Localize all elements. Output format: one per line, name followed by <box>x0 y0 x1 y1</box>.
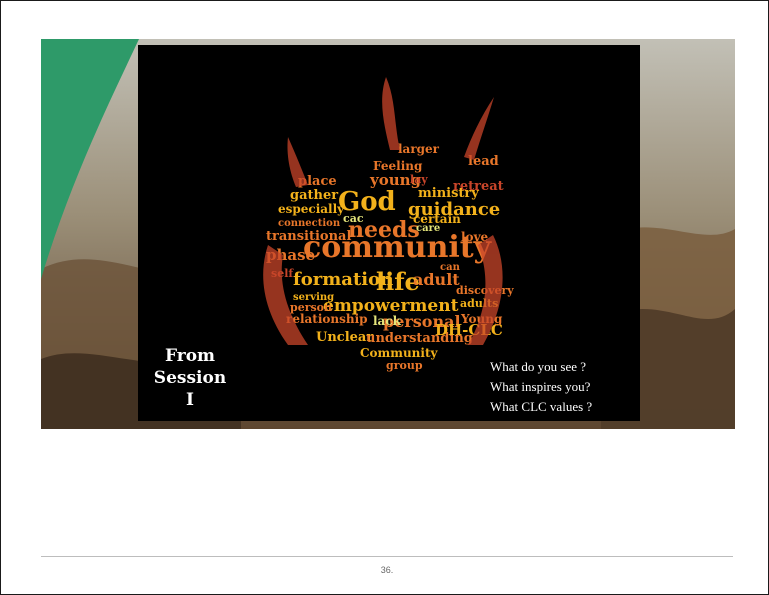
document-page: community God needs guidance formation l… <box>0 0 769 595</box>
word-connection: connection <box>278 218 341 229</box>
word-especially: especially <box>278 202 345 216</box>
label-line-3: I <box>186 390 194 410</box>
from-session-label: From Session I <box>138 345 242 411</box>
label-line-1: From <box>164 346 216 366</box>
question-1: What do you see ? <box>490 359 587 374</box>
word-lack: lack <box>373 314 402 328</box>
label-line-2: Session <box>153 368 227 388</box>
word-relationship: relationship <box>286 312 368 326</box>
word-gather: gather <box>290 188 338 203</box>
word-group: group <box>386 359 423 372</box>
word-can: can <box>440 262 461 273</box>
word-transitional: transitional <box>266 229 351 244</box>
page-number: 36. <box>380 565 394 575</box>
question-2: What inspires you? <box>490 379 591 394</box>
word-certain: certain <box>413 212 461 226</box>
footer-divider <box>41 556 733 557</box>
word-lay: lay <box>410 173 428 186</box>
word-cac: cac <box>343 212 364 225</box>
word-larger: larger <box>398 142 440 156</box>
word-ministry: ministry <box>418 186 479 201</box>
word-unclear: Unclear <box>316 330 373 345</box>
reflection-questions: What do you see ? What inspires you? Wha… <box>490 357 640 417</box>
word-community-small: Community <box>360 346 439 360</box>
slide-image: community God needs guidance formation l… <box>41 39 735 429</box>
question-3: What CLC values ? <box>490 399 593 414</box>
word-cloud-panel: community God needs guidance formation l… <box>138 45 640 421</box>
word-feeling: Feeling <box>373 159 423 173</box>
